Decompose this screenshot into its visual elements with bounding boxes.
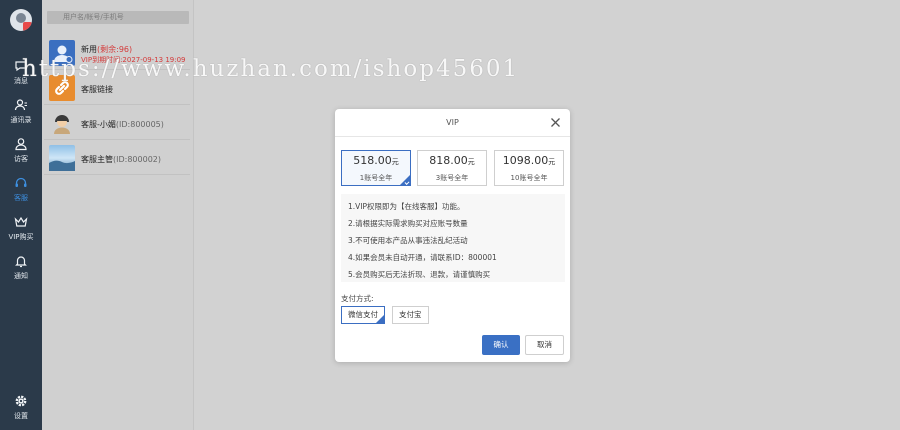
nav-item-contacts[interactable]: 通讯录	[0, 97, 42, 133]
visitor-icon	[13, 136, 29, 152]
plan-price: 1098.00元	[502, 154, 556, 167]
rule-text: 3.不可使用本产品从事违法乱纪活动	[348, 236, 468, 245]
chat-icon	[13, 58, 29, 74]
contact-name: 客服链接	[81, 85, 113, 94]
nav-item-label: 通知	[14, 272, 28, 280]
confirm-button[interactable]: 确认	[482, 335, 520, 355]
nav-item-messages[interactable]: 消息	[0, 58, 42, 94]
nav-item-vip[interactable]: VIP购买	[0, 214, 42, 250]
contact-name: 新用(剩余:96)	[81, 45, 133, 54]
contact-item[interactable]: 客服-小媚(ID:800005)	[44, 106, 190, 140]
bell-icon	[13, 253, 29, 269]
nav-item-label: 通讯录	[10, 116, 32, 124]
pay-option-alipay[interactable]: 支付宝	[392, 306, 429, 324]
vip-expiry: VIP到期时间:2027-09-13 19:09	[81, 56, 186, 64]
pay-option-label: 微信支付	[348, 310, 378, 319]
selected-check-icon	[376, 315, 384, 323]
nav-item-label: 访客	[14, 155, 28, 163]
landscape-avatar-icon	[49, 145, 75, 171]
contact-name: 客服主管(ID:800002)	[81, 155, 161, 164]
pay-method-label: 支付方式:	[341, 294, 374, 303]
user-avatar-icon	[49, 40, 75, 66]
crown-icon	[13, 214, 29, 230]
contact-item[interactable]: 客服链接	[44, 71, 190, 105]
plan-price: 818.00元	[429, 154, 475, 167]
nav-item-label: VIP购买	[8, 233, 34, 241]
contact-name: 客服-小媚(ID:800005)	[81, 120, 164, 129]
left-nav: 消息 通讯录 访客 客服 VIP购买 通知 设置	[0, 0, 42, 430]
rule-text: 5.会员购买后无法折现、退款，请谨慎购买	[348, 270, 491, 279]
pay-option-wechat[interactable]: 微信支付	[341, 306, 385, 324]
cancel-button[interactable]: 取消	[525, 335, 564, 355]
plan-desc: 3账号全年	[435, 174, 469, 182]
search-input[interactable]: 用户名/帐号/手机号	[47, 11, 189, 24]
close-icon[interactable]	[550, 117, 561, 128]
link-icon	[49, 75, 75, 101]
nav-item-customer-service[interactable]: 客服	[0, 175, 42, 211]
nav-item-notifications[interactable]: 通知	[0, 253, 42, 289]
selected-check-icon	[400, 175, 410, 185]
gear-icon	[13, 393, 29, 409]
headset-icon	[13, 175, 29, 191]
nav-item-label: 设置	[14, 412, 28, 420]
contact-item[interactable]: 客服主管(ID:800002)	[44, 141, 190, 175]
vip-dialog: VIP 518.00元 1账号全年 818.00元 3账号全年 1098.00元…	[335, 109, 570, 362]
plan-option[interactable]: 1098.00元 10账号全年	[494, 150, 564, 186]
contact-item[interactable]: 新用(剩余:96) VIP到期时间:2027-09-13 19:09	[44, 36, 190, 70]
nav-item-settings[interactable]: 设置	[0, 393, 42, 429]
contacts-icon	[13, 97, 29, 113]
avatar-badge	[23, 22, 32, 31]
plan-desc: 10账号全年	[510, 174, 548, 182]
plan-options: 518.00元 1账号全年 818.00元 3账号全年 1098.00元 10账…	[341, 150, 565, 186]
rule-text: 2.请根据实际需求购买对应账号数量	[348, 219, 468, 228]
vip-rules: 1.VIP权限即为【在线客服】功能。 2.请根据实际需求购买对应账号数量 3.不…	[341, 194, 565, 282]
pay-option-label: 支付宝	[399, 310, 422, 319]
dialog-title: VIP	[335, 109, 570, 137]
nav-item-visitors[interactable]: 访客	[0, 136, 42, 172]
agent-avatar-icon	[49, 110, 75, 136]
rule-text: 4.如果会员未自动开通，请联系ID：800001	[348, 253, 497, 262]
user-avatar[interactable]	[10, 9, 32, 31]
plan-price: 518.00元	[353, 154, 399, 167]
rule-text: 1.VIP权限即为【在线客服】功能。	[348, 202, 465, 211]
contact-panel: 用户名/帐号/手机号 新用(剩余:96) VIP到期时间:2027-09-13 …	[42, 0, 194, 430]
nav-item-label: 消息	[14, 77, 28, 85]
nav-item-label: 客服	[14, 194, 28, 202]
plan-option[interactable]: 518.00元 1账号全年	[341, 150, 411, 186]
plan-option[interactable]: 818.00元 3账号全年	[417, 150, 487, 186]
